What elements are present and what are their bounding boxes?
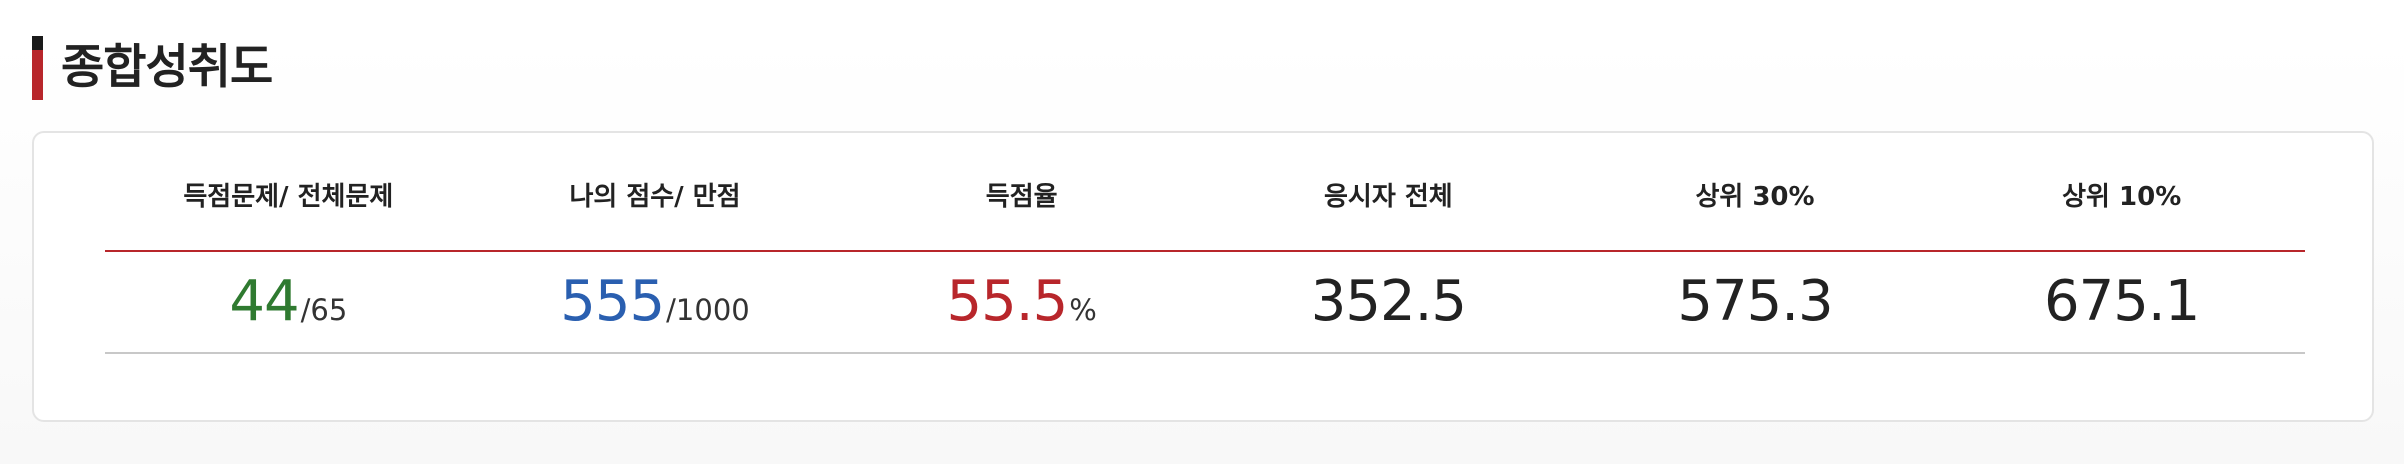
- score-rate: 55.5: [946, 269, 1069, 334]
- header-my-score: 나의 점수/ 만점: [569, 182, 741, 212]
- header-solved-total: 득점문제/ 전체문제: [183, 182, 394, 212]
- score-rate-unit: %: [1069, 293, 1097, 327]
- value-my-score: 555 /1000: [472, 252, 839, 352]
- all-examinees-score: 352.5: [1310, 269, 1467, 334]
- value-score-rate: 55.5 %: [838, 252, 1205, 352]
- value-top-10: 675.1: [1938, 252, 2305, 352]
- table-header-row: 득점문제/ 전체문제 나의 점수/ 만점 득점율 응시자 전체 상위 30% 상…: [105, 133, 2305, 252]
- top-30-score: 575.3: [1677, 269, 1833, 334]
- max-score: /1000: [666, 293, 750, 327]
- header-score-rate: 득점율: [985, 182, 1058, 212]
- header-top-10: 상위 10%: [2062, 182, 2182, 212]
- achievement-table: 득점문제/ 전체문제 나의 점수/ 만점 득점율 응시자 전체 상위 30% 상…: [105, 133, 2305, 354]
- solved-count: 44: [229, 269, 299, 334]
- achievement-card: 득점문제/ 전체문제 나의 점수/ 만점 득점율 응시자 전체 상위 30% 상…: [32, 131, 2374, 422]
- top-10-score: 675.1: [2044, 269, 2200, 334]
- section-header: 종합성취도: [32, 36, 273, 100]
- value-all-examinees: 352.5: [1205, 252, 1572, 352]
- title-accent-bar: [32, 36, 43, 100]
- my-score: 555: [560, 269, 665, 334]
- table-value-row: 44 /65 555 /1000 55.5 % 352.5 575.3 675.…: [105, 252, 2305, 354]
- value-top-30: 575.3: [1572, 252, 1939, 352]
- header-all-examinees: 응시자 전체: [1324, 182, 1453, 212]
- value-solved-total: 44 /65: [105, 252, 472, 352]
- total-questions: /65: [300, 293, 348, 327]
- section-title: 종합성취도: [61, 40, 273, 95]
- page: 종합성취도 득점문제/ 전체문제 나의 점수/ 만점 득점율 응시자 전체 상위…: [0, 0, 2404, 464]
- header-top-30: 상위 30%: [1695, 182, 1815, 212]
